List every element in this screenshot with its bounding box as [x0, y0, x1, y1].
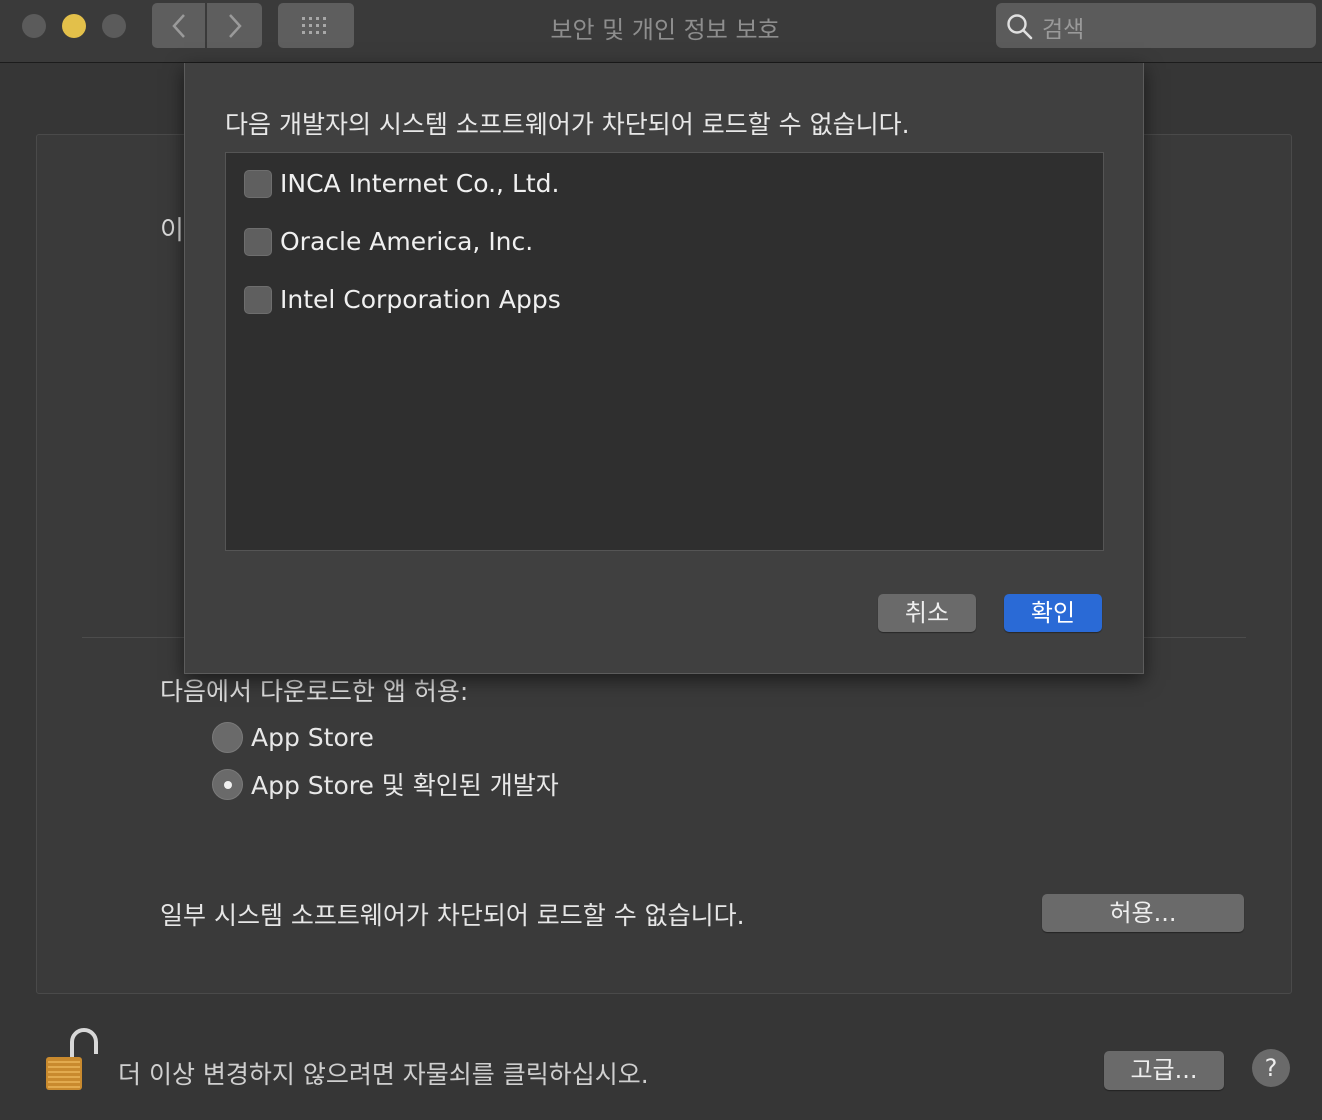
checkbox[interactable] [244, 227, 272, 256]
developer-label: INCA Internet Co., Ltd. [280, 169, 560, 198]
forward-button[interactable] [207, 3, 262, 48]
radio-button-selected[interactable] [212, 768, 243, 800]
blocked-developers-sheet: 다음 개발자의 시스템 소프트웨어가 차단되어 로드할 수 없습니다. INCA… [184, 63, 1144, 674]
developer-item-oracle[interactable]: Oracle America, Inc. [244, 227, 533, 256]
advanced-button[interactable]: 고급... [1104, 1051, 1224, 1090]
show-all-button[interactable] [278, 3, 354, 48]
search-icon [1007, 14, 1033, 40]
lock-instruction-text: 더 이상 변경하지 않으려면 자물쇠를 클릭하십시오. [118, 1060, 649, 1089]
developer-label: Oracle America, Inc. [280, 227, 534, 256]
chevron-right-icon [228, 13, 242, 38]
blocked-software-text: 일부 시스템 소프트웨어가 차단되어 로드할 수 없습니다. [160, 901, 745, 930]
preferences-window: 보안 및 개인 정보 보호 검색 이 다음에서 다운로드한 앱 허용: App … [0, 0, 1322, 1120]
checkbox[interactable] [244, 169, 272, 198]
title-bar: 보안 및 개인 정보 보호 검색 [0, 0, 1322, 63]
close-window-button[interactable] [22, 14, 46, 38]
search-placeholder: 검색 [1042, 17, 1085, 43]
chevron-left-icon [171, 13, 185, 38]
radio-label: App Store [251, 723, 374, 752]
developer-label: Intel Corporation Apps [280, 285, 561, 314]
radio-label: App Store 및 확인된 개발자 [251, 771, 559, 800]
checkbox[interactable] [244, 285, 272, 314]
sheet-title: 다음 개발자의 시스템 소프트웨어가 차단되어 로드할 수 없습니다. [225, 110, 910, 139]
window-title: 보안 및 개인 정보 보호 [550, 16, 780, 44]
minimize-window-button[interactable] [62, 14, 86, 38]
developer-list: INCA Internet Co., Ltd. Oracle America, … [225, 152, 1104, 551]
radio-app-store[interactable]: App Store [212, 722, 374, 753]
back-button[interactable] [152, 3, 205, 48]
search-field[interactable]: 검색 [996, 3, 1316, 48]
grid-icon [302, 16, 326, 34]
cancel-button[interactable]: 취소 [878, 594, 976, 632]
obscured-label: 이 [160, 216, 184, 246]
help-button[interactable]: ? [1252, 1049, 1290, 1087]
allow-downloads-label: 다음에서 다운로드한 앱 허용: [160, 677, 469, 706]
developer-item-inca[interactable]: INCA Internet Co., Ltd. [244, 169, 560, 198]
allow-button[interactable]: 허용... [1042, 894, 1244, 932]
zoom-window-button[interactable] [102, 14, 126, 38]
developer-item-intel[interactable]: Intel Corporation Apps [244, 285, 561, 314]
ok-button[interactable]: 확인 [1004, 594, 1102, 632]
radio-app-store-identified[interactable]: App Store 및 확인된 개발자 [212, 766, 559, 802]
radio-button[interactable] [212, 722, 243, 753]
unlocked-padlock-icon[interactable] [36, 1026, 102, 1094]
